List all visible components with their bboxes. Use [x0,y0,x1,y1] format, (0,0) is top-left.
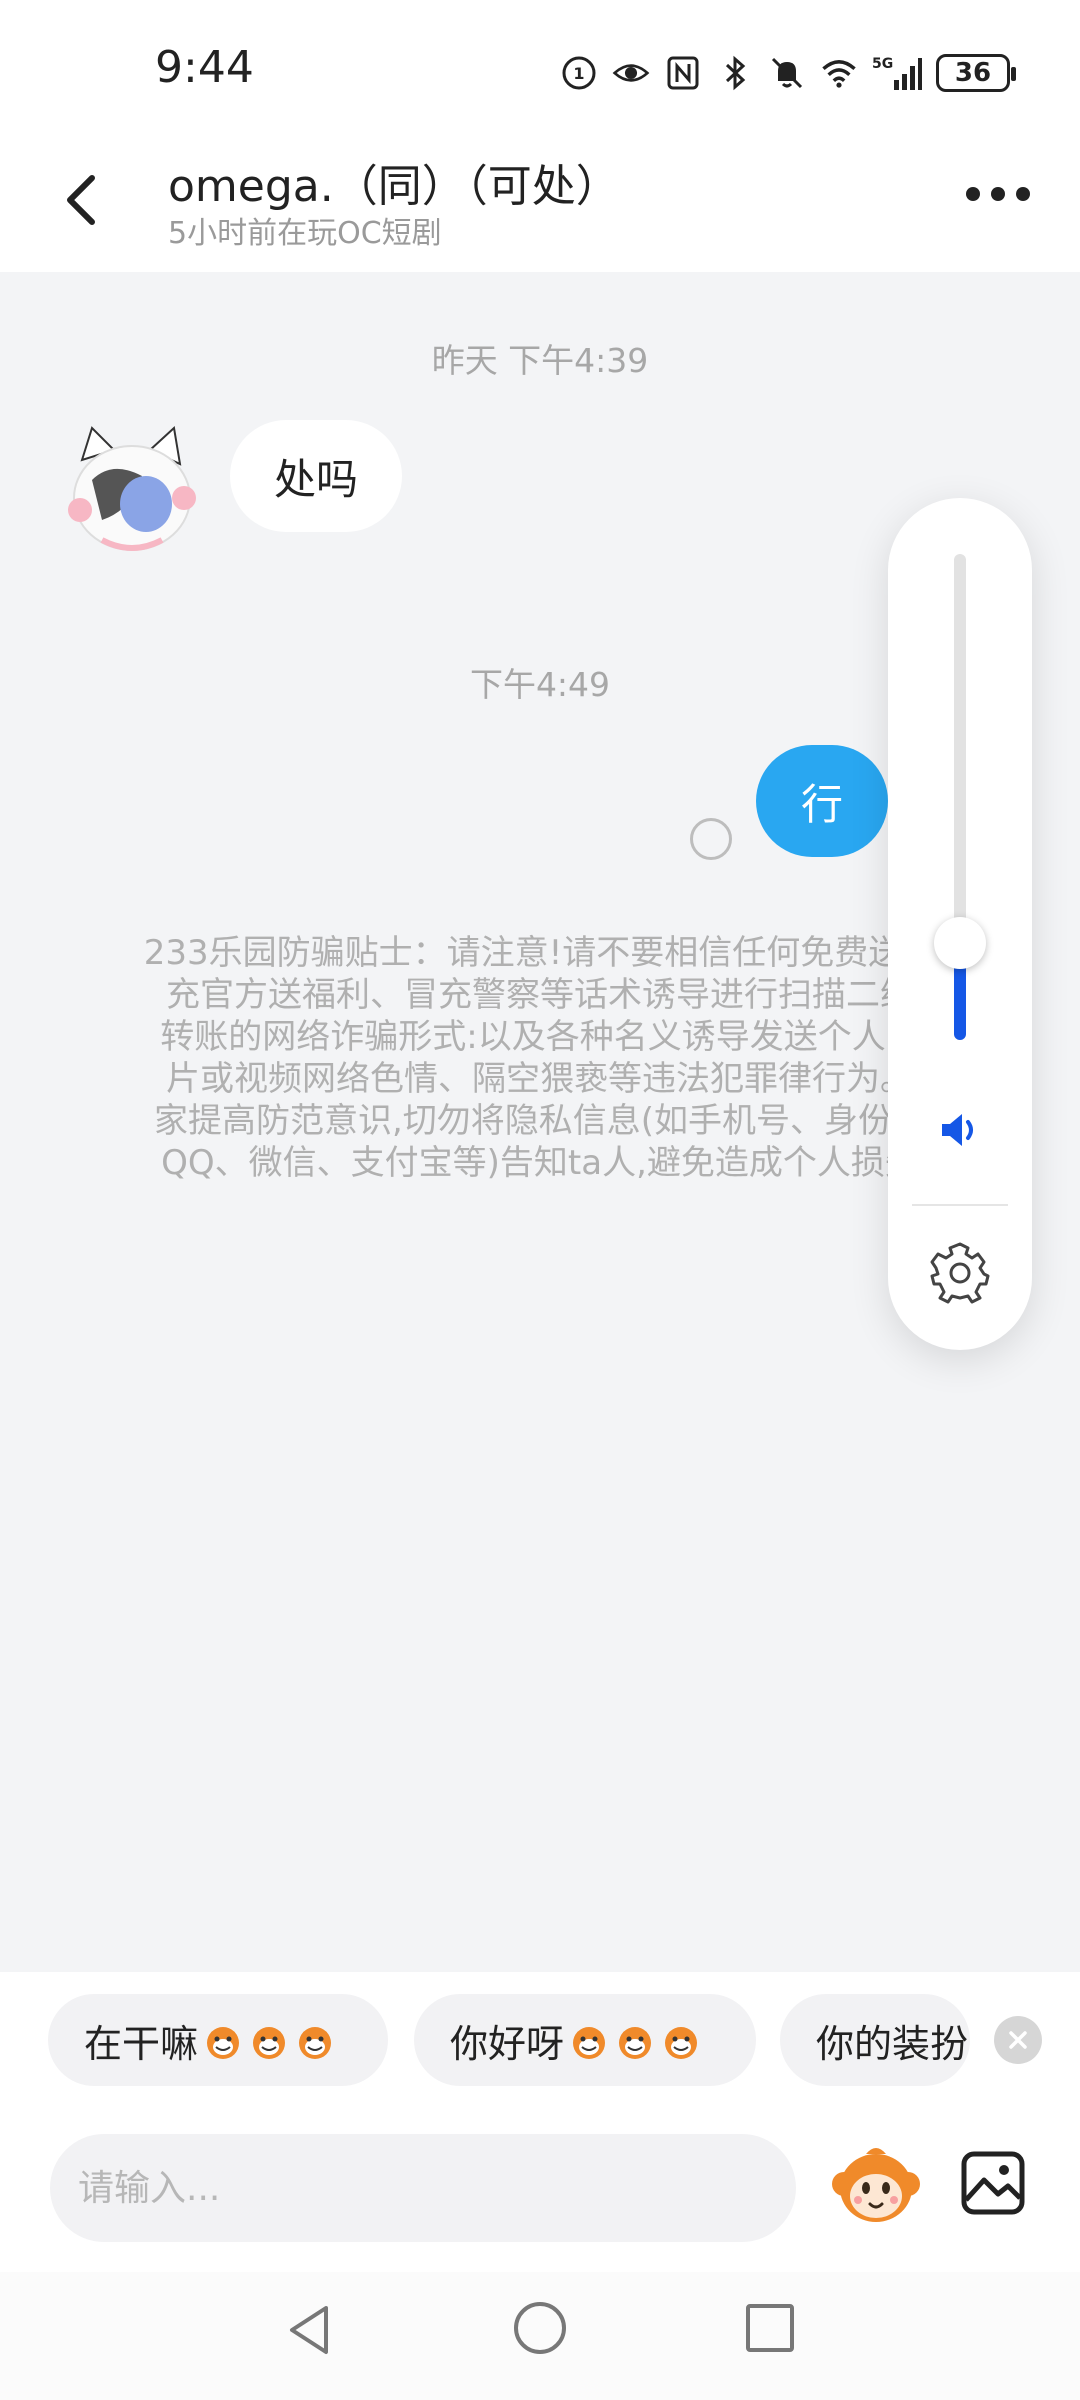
svg-text:5G: 5G [872,56,893,72]
monkey-face-icon [207,2027,240,2059]
quick-reply-text: 你好呀 [450,2021,565,2066]
bluetooth-icon [716,54,754,92]
nfc-icon [664,54,702,92]
chat-subtitle: 5小时前在玩OC短剧 [168,216,442,251]
more-options-button[interactable] [966,182,1030,206]
monkey-face-icon [299,2027,332,2059]
message-bubble-outgoing[interactable]: 行 [756,745,888,857]
close-quick-replies-button[interactable] [994,2016,1042,2064]
nav-home-button[interactable] [514,2302,566,2354]
cat-avatar-icon [68,426,196,551]
notice-line: 233乐园防骗贴士：请注意!请不要相信任何免费送礼 [143,933,937,973]
monkey-face-icon [573,2027,606,2059]
5g-signal-icon: 5G [872,54,922,92]
status-bar: 9:44 1 5G 36 [0,0,1080,140]
monkey-face-icon [665,2027,698,2059]
emoji-button[interactable] [830,2142,922,2234]
nav-back-button[interactable] [282,2302,338,2358]
quick-reply-bar: 在干嘛 你好呀 你的装扮 [0,1972,1080,2092]
system-nav-bar [0,2272,1080,2400]
triangle-back-icon [290,2306,328,2354]
quick-reply-text: 你的装扮 [816,2021,969,2066]
chat-header: omega.（同）（可处） 5小时前在玩OC短剧 [0,140,1080,272]
divider [912,1204,1008,1206]
notice-line: 充官方送福利、冒充警察等话术诱导进行扫描二维 [166,975,914,1015]
svg-text:1: 1 [573,64,584,83]
close-icon [1009,2031,1027,2049]
chat-title[interactable]: omega.（同）（可处） [168,150,620,214]
monkey-emoji-group [568,2019,702,2061]
timestamp: 昨天 下午4:39 [431,341,649,380]
status-icons: 1 5G 36 [560,48,1016,98]
message-input[interactable] [50,2134,796,2242]
notice-line: 家提高防范意识,切勿将隐私信息(如手机号、身份证 [153,1101,927,1141]
mascot-face-icon [832,2148,920,2222]
quick-reply-text: 在干嘛 [84,2021,199,2066]
hd-icon: 1 [560,54,598,92]
anti-fraud-notice: 233乐园防骗贴士：请注意!请不要相信任何免费送礼 充官方送福利、冒充警察等话术… [70,932,1010,1184]
chevron-left-icon [67,175,95,225]
mute-icon [768,54,806,92]
volume-slider-thumb[interactable] [934,917,986,969]
quick-reply-chip[interactable]: 你的装扮 [780,1994,970,2086]
image-icon [961,2151,1025,2215]
monkey-emoji-group [202,2019,336,2061]
dot-icon [966,187,980,201]
message-text: 行 [800,779,843,829]
notice-line: 转账的网络诈骗形式:以及各种名义诱导发送个人隐 [160,1017,920,1057]
monkey-face-icon [619,2027,652,2059]
message-status-indicator [690,818,732,860]
input-bar [0,2092,1080,2272]
eye-icon [612,54,650,92]
message-text: 处吗 [274,454,359,504]
dot-icon [991,187,1005,201]
speaker-icon[interactable] [936,1106,984,1154]
notice-line: QQ、微信、支付宝等)告知ta人,避免造成个人损失 [161,1143,919,1183]
monkey-face-icon [253,2027,286,2059]
image-button[interactable] [958,2148,1028,2218]
status-time: 9:44 [155,42,254,93]
back-button[interactable] [58,170,108,230]
nav-recents-button[interactable] [746,2304,794,2352]
gear-icon[interactable] [928,1240,992,1304]
avatar[interactable] [62,420,202,560]
quick-reply-chip[interactable]: 在干嘛 [48,1994,388,2086]
message-bubble-incoming[interactable]: 处吗 [230,420,403,532]
wifi-icon [820,54,858,92]
dot-icon [1016,187,1030,201]
quick-reply-chip[interactable]: 你好呀 [414,1994,756,2086]
battery-indicator: 36 [936,54,1016,92]
volume-panel [888,498,1032,1350]
notice-line: 片或视频网络色情、隔空猥亵等违法犯罪律行为。 [166,1059,914,1099]
